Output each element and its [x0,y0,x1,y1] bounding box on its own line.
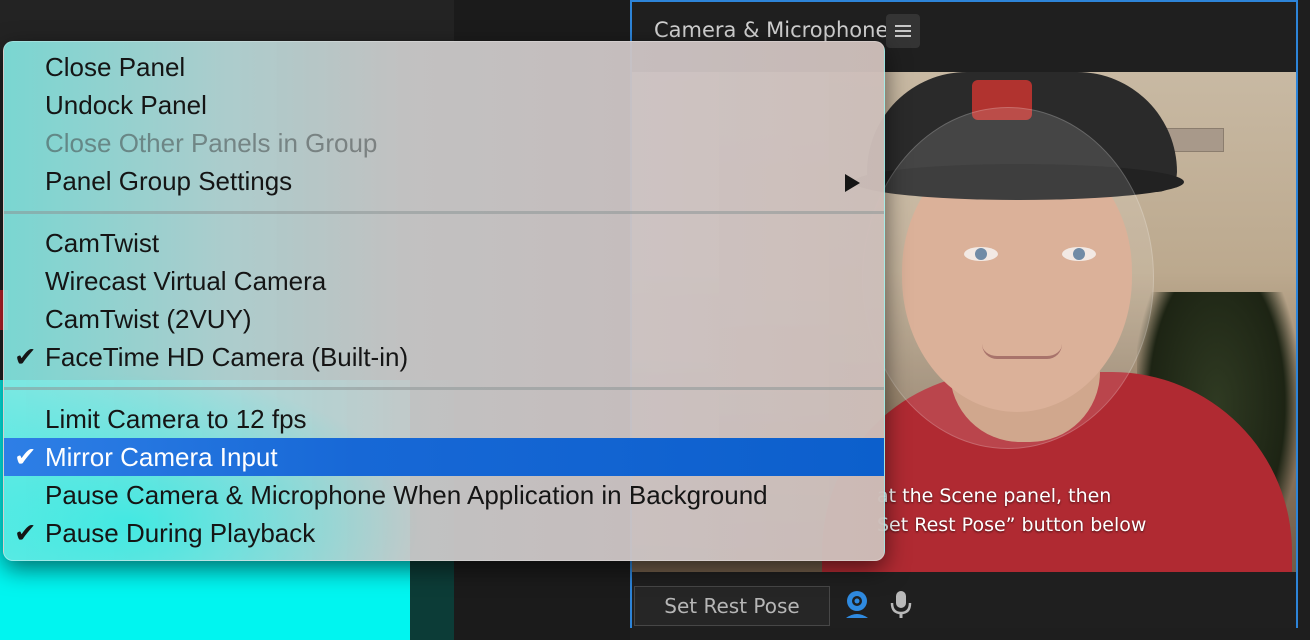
menu-item-label: Undock Panel [45,90,207,120]
menu-item-label: FaceTime HD Camera (Built-in) [45,342,409,372]
hint-line-1: at the Scene panel, then [877,485,1112,507]
checkmark-icon: ✔ [14,342,37,372]
menu-item-label: CamTwist (2VUY) [45,304,252,334]
menu-item-mirror-camera-input[interactable]: ✔ Mirror Camera Input [4,438,884,476]
menu-item-close-other-panels: Close Other Panels in Group [4,124,884,162]
menu-item-close-panel[interactable]: Close Panel [4,48,884,86]
panel-context-menu: Close Panel Undock Panel Close Other Pan… [3,41,885,561]
menu-item-camtwist-2vuy[interactable]: CamTwist (2VUY) [4,300,884,338]
menu-item-pause-during-playback[interactable]: ✔ Pause During Playback [4,514,884,552]
menu-item-facetime-hd-camera[interactable]: ✔ FaceTime HD Camera (Built-in) [4,338,884,376]
menu-separator [4,387,884,390]
menu-item-limit-camera-fps[interactable]: Limit Camera to 12 fps [4,400,884,438]
menu-item-label: CamTwist [45,228,160,258]
menu-item-label: Close Panel [45,52,186,82]
checkmark-icon: ✔ [14,442,37,472]
hamburger-icon [895,25,911,37]
webcam-icon[interactable] [844,590,870,620]
submenu-arrow-icon [845,174,860,192]
set-rest-pose-button[interactable]: Set Rest Pose [634,586,830,626]
microphone-icon[interactable] [890,590,912,620]
panel-footer: Set Rest Pose [632,574,1296,628]
menu-item-undock-panel[interactable]: Undock Panel [4,86,884,124]
menu-item-label: Mirror Camera Input [45,442,278,472]
panel-title: Camera & Microphone [654,18,889,42]
menu-item-label: Close Other Panels in Group [45,128,378,158]
menu-item-panel-group-settings[interactable]: Panel Group Settings [4,162,884,200]
menu-item-label: Pause Camera & Microphone When Applicati… [45,480,768,510]
menu-separator [4,211,884,214]
panel-menu-button[interactable] [886,14,920,48]
menu-item-label: Wirecast Virtual Camera [45,266,327,296]
menu-item-label: Panel Group Settings [45,166,293,196]
menu-item-camtwist[interactable]: CamTwist [4,224,884,262]
rest-pose-hint: at the Scene panel, then Set Rest Pose” … [877,482,1146,540]
rest-pose-guide [862,107,1154,449]
checkmark-icon: ✔ [14,518,37,548]
hint-line-2: Set Rest Pose” button below [877,514,1147,536]
menu-item-pause-in-background[interactable]: Pause Camera & Microphone When Applicati… [4,476,884,514]
menu-item-wirecast-virtual-camera[interactable]: Wirecast Virtual Camera [4,262,884,300]
menu-item-label: Pause During Playback [45,518,316,548]
menu-item-label: Limit Camera to 12 fps [45,404,307,434]
